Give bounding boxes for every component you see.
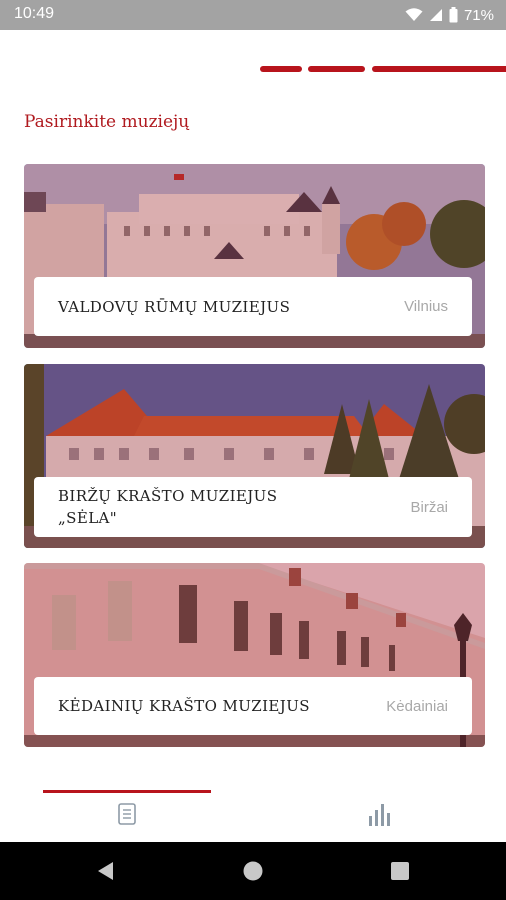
back-icon[interactable]	[96, 861, 116, 886]
progress-segment-3	[372, 66, 506, 72]
signal-icon	[429, 8, 443, 22]
museum-card-birzu[interactable]: BIRŽŲ KRAŠTO MUZIEJUS „SĖLA" Biržai	[24, 364, 485, 548]
tab-statistics[interactable]	[253, 790, 506, 842]
museum-city: Kėdainiai	[386, 697, 448, 715]
museum-info-box: KĖDAINIŲ KRAŠTO MUZIEJUS Kėdainiai	[34, 677, 472, 735]
museum-name: KĖDAINIŲ KRAŠTO MUZIEJUS	[58, 697, 310, 715]
progress-segment-2	[308, 66, 365, 72]
document-icon	[117, 802, 136, 830]
museum-name: BIRŽŲ KRAŠTO MUZIEJUS „SĖLA"	[58, 487, 278, 527]
home-icon[interactable]	[242, 860, 264, 887]
museum-city: Vilnius	[404, 298, 448, 315]
status-icons: 71%	[405, 4, 494, 26]
wifi-icon	[405, 8, 423, 22]
status-time: 10:49	[14, 5, 55, 22]
museum-info-box: BIRŽŲ KRAŠTO MUZIEJUS „SĖLA" Biržai	[34, 477, 472, 537]
museum-city: Biržai	[410, 498, 448, 516]
museum-card-kedainiu[interactable]: KĖDAINIŲ KRAŠTO MUZIEJUS Kėdainiai	[24, 563, 485, 747]
progress-segment-1	[260, 66, 302, 72]
bar-chart-icon	[367, 802, 393, 831]
section-title: Pasirinkite muziejų	[24, 112, 190, 132]
museum-card-valdovu[interactable]: VALDOVŲ RŪMŲ MUZIEJUS Vilnius	[24, 164, 485, 348]
battery-percent: 71%	[463, 6, 494, 24]
recents-icon[interactable]	[390, 861, 410, 886]
system-nav-bar	[0, 842, 506, 900]
battery-icon	[449, 7, 458, 23]
bottom-nav	[0, 790, 506, 842]
museum-info-box: VALDOVŲ RŪMŲ MUZIEJUS Vilnius	[34, 277, 472, 336]
status-bar: 10:49 71%	[0, 0, 506, 30]
tab-museums[interactable]	[0, 790, 253, 842]
museum-name: VALDOVŲ RŪMŲ MUZIEJUS	[58, 297, 291, 316]
